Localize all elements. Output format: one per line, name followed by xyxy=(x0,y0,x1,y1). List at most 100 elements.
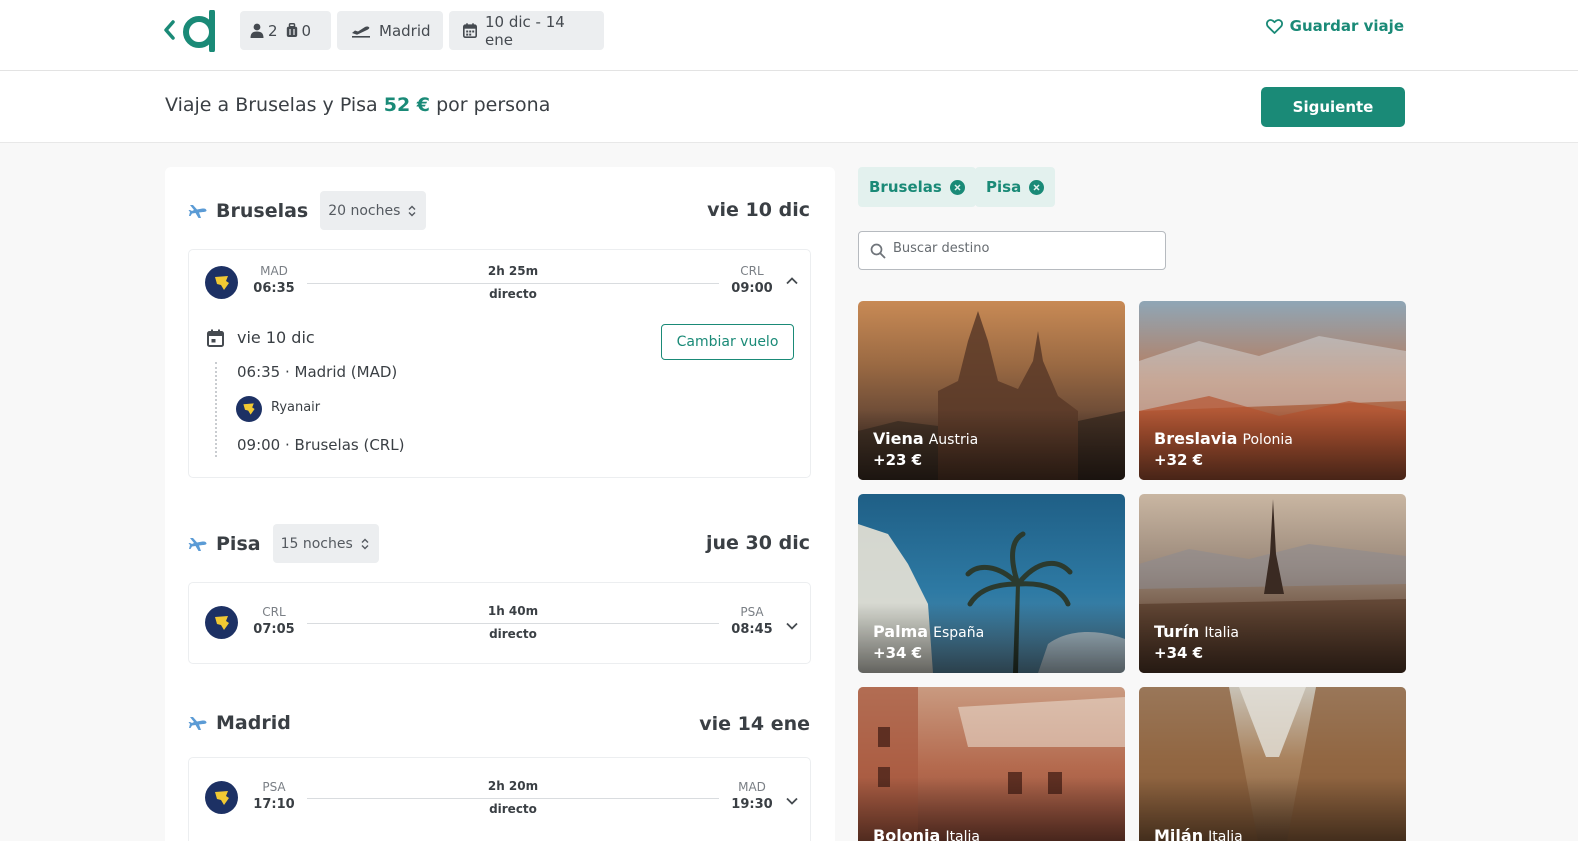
search-icon xyxy=(870,243,886,259)
back-logo-button[interactable] xyxy=(162,9,224,53)
passengers-count: 2 xyxy=(268,21,278,40)
ryanair-logo-icon xyxy=(205,606,238,639)
plane-takeoff-icon xyxy=(352,26,370,38)
ryanair-logo-icon xyxy=(236,396,262,422)
nights-selector[interactable]: 15 noches xyxy=(272,524,379,563)
search-input[interactable] xyxy=(893,241,1153,256)
destination-country: España xyxy=(933,625,985,641)
segment-date: jue 30 dic xyxy=(706,532,810,554)
travellers-selector[interactable]: 2 0 xyxy=(240,11,331,50)
destination-card-milan[interactable]: Milán Italia xyxy=(1139,687,1406,841)
destination-card-palma[interactable]: Palma España +34 € xyxy=(858,494,1125,673)
flight-duration: 2h 25m xyxy=(487,264,539,278)
updown-chevron-icon xyxy=(361,538,369,549)
remove-icon[interactable] xyxy=(1029,179,1045,195)
flight-stops: directo xyxy=(489,627,537,641)
destination-city: Palma xyxy=(873,622,929,641)
heart-icon xyxy=(1265,18,1283,34)
chip-label: Pisa xyxy=(986,178,1022,196)
person-icon xyxy=(250,23,264,38)
bag-icon xyxy=(286,23,297,37)
back-chevron-icon xyxy=(164,9,215,53)
destination-extra-price: +34 € xyxy=(1154,644,1204,662)
flight-line xyxy=(307,798,719,799)
segment-date: vie 14 ene xyxy=(699,713,810,735)
flight-departure-detail: 06:35 · Madrid (MAD) xyxy=(237,363,398,381)
destination-city: Breslavia xyxy=(1154,429,1238,448)
destination-city: Bolonia xyxy=(873,826,941,841)
plane-icon xyxy=(188,204,207,218)
updown-chevron-icon xyxy=(408,205,416,216)
destination-country: Italia xyxy=(1208,829,1243,841)
departure-airport: PSA 17:10 xyxy=(253,780,295,812)
destination-city: Viena xyxy=(873,429,924,448)
next-button[interactable]: Siguiente xyxy=(1261,87,1405,127)
flight-duration: 1h 40m xyxy=(487,604,539,618)
destination-card-bolonia[interactable]: Bolonia Italia xyxy=(858,687,1125,841)
flight-duration: 2h 20m xyxy=(487,779,539,793)
trip-title-prefix: Viaje a Bruselas y Pisa xyxy=(165,94,378,116)
nights-label: 15 noches xyxy=(280,535,353,552)
bags-count: 0 xyxy=(301,21,312,40)
plane-icon xyxy=(188,717,207,730)
segment-city: Pisa xyxy=(216,532,261,555)
destination-card-viena[interactable]: Viena Austria +23 € xyxy=(858,301,1125,480)
trip-title: Viaje a Bruselas y Pisa 52 € por persona xyxy=(165,94,550,116)
segment-city: Bruselas xyxy=(216,199,309,222)
destination-country: Italia xyxy=(945,829,980,841)
destination-card-turin[interactable]: Turín Italia +34 € xyxy=(1139,494,1406,673)
dates-label: 10 dic - 14 ene xyxy=(485,12,565,49)
airline-name: Ryanair xyxy=(271,400,321,415)
flight-card-pisa[interactable]: CRL 07:05 1h 40m directo PSA 08:45 xyxy=(188,582,811,664)
destination-search[interactable] xyxy=(858,231,1166,270)
plane-icon xyxy=(188,537,207,551)
destination-city: Turín xyxy=(1154,622,1200,641)
segment-city: Madrid xyxy=(216,712,291,734)
destination-extra-price: +34 € xyxy=(873,644,923,662)
origin-selector[interactable]: Madrid xyxy=(337,11,443,50)
segment-date: vie 10 dic xyxy=(707,199,810,221)
nights-label: 20 noches xyxy=(328,202,401,219)
chevron-down-icon[interactable] xyxy=(785,794,799,808)
segment-header-bruselas: Bruselas 20 noches xyxy=(188,191,427,230)
change-flight-button[interactable]: Cambiar vuelo xyxy=(661,324,794,360)
destination-country: Polonia xyxy=(1242,432,1293,448)
chevron-down-icon[interactable] xyxy=(785,619,799,633)
flight-summary-row[interactable]: PSA 17:10 2h 20m directo MAD 19:30 xyxy=(189,758,812,824)
destination-extra-price: +23 € xyxy=(873,451,923,469)
flight-line xyxy=(307,283,719,284)
dates-selector[interactable]: 10 dic - 14 ene xyxy=(449,11,604,50)
trip-title-suffix: por persona xyxy=(436,94,551,116)
flight-summary-row[interactable]: MAD 06:35 2h 25m directo CRL 09:00 xyxy=(189,250,812,316)
destination-city: Milán xyxy=(1154,826,1204,841)
nights-selector[interactable]: 20 noches xyxy=(320,191,427,230)
itinerary-dotted-line xyxy=(215,362,217,457)
ryanair-logo-icon xyxy=(205,266,238,299)
remove-icon[interactable] xyxy=(949,179,965,195)
arrival-airport: PSA 08:45 xyxy=(731,605,773,637)
flight-line xyxy=(307,623,719,624)
calendar-icon xyxy=(463,23,477,38)
destination-extra-price: +32 € xyxy=(1154,451,1204,469)
top-bar xyxy=(0,0,1578,71)
calendar-icon xyxy=(207,329,224,347)
segment-header-pisa: Pisa 15 noches xyxy=(188,524,379,563)
destination-country: Italia xyxy=(1204,625,1239,641)
flight-stops: directo xyxy=(489,287,537,301)
segment-header-madrid: Madrid xyxy=(188,712,291,734)
chip-bruselas[interactable]: Bruselas xyxy=(858,167,976,207)
flight-summary-row[interactable]: CRL 07:05 1h 40m directo PSA 08:45 xyxy=(189,583,812,649)
trip-price: 52 € xyxy=(383,94,431,116)
save-trip-button[interactable]: Guardar viaje xyxy=(1265,17,1404,35)
arrival-airport: CRL 09:00 xyxy=(731,264,773,296)
departure-airport: MAD 06:35 xyxy=(253,264,295,296)
flight-detail-date: vie 10 dic xyxy=(237,328,315,347)
chevron-up-icon[interactable] xyxy=(785,274,799,288)
chip-pisa[interactable]: Pisa xyxy=(975,167,1056,207)
destination-country: Austria xyxy=(928,432,979,448)
flight-arrival-detail: 09:00 · Bruselas (CRL) xyxy=(237,436,405,454)
ryanair-logo-icon xyxy=(205,781,238,814)
destination-card-breslavia[interactable]: Breslavia Polonia +32 € xyxy=(1139,301,1406,480)
flight-card-madrid[interactable]: PSA 17:10 2h 20m directo MAD 19:30 xyxy=(188,757,811,841)
departure-airport: CRL 07:05 xyxy=(253,605,295,637)
